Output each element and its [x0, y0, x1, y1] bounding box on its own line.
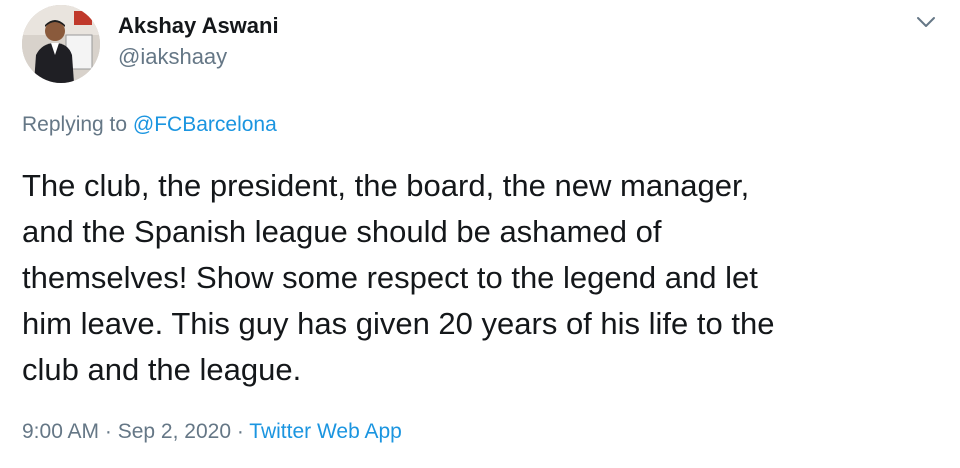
author-handle[interactable]: @iakshaay	[118, 43, 227, 71]
tweet-text-line: club and the league.	[22, 352, 302, 387]
tweet-text-line: The club, the president, the board, the …	[22, 168, 750, 203]
tweet-time[interactable]: 9:00 AM	[22, 420, 99, 443]
tweet-meta: 9:00 AM · Sep 2, 2020 · Twitter Web App	[22, 418, 402, 446]
chevron-down-icon[interactable]	[912, 8, 940, 36]
tweet-text-line: themselves! Show some respect to the leg…	[22, 260, 758, 295]
avatar[interactable]	[22, 5, 100, 83]
tweet-text-line: and the Spanish league should be ashamed…	[22, 214, 662, 249]
mention-link[interactable]: @FCBarcelona	[133, 113, 277, 136]
replying-to: Replying to @FCBarcelona	[22, 111, 277, 139]
tweet-date[interactable]: Sep 2, 2020	[118, 420, 231, 443]
replying-to-prefix: Replying to	[22, 113, 133, 136]
tweet-text-line: him leave. This guy has given 20 years o…	[22, 306, 775, 341]
meta-separator: ·	[99, 420, 118, 443]
tweet-card: Akshay Aswani @iakshaay Replying to @FCB…	[0, 0, 960, 468]
meta-separator: ·	[231, 420, 250, 443]
avatar-photo	[22, 5, 100, 83]
tweet-source-link[interactable]: Twitter Web App	[249, 420, 402, 443]
tweet-text: The club, the president, the board, the …	[22, 163, 942, 393]
author-name[interactable]: Akshay Aswani	[118, 12, 279, 40]
